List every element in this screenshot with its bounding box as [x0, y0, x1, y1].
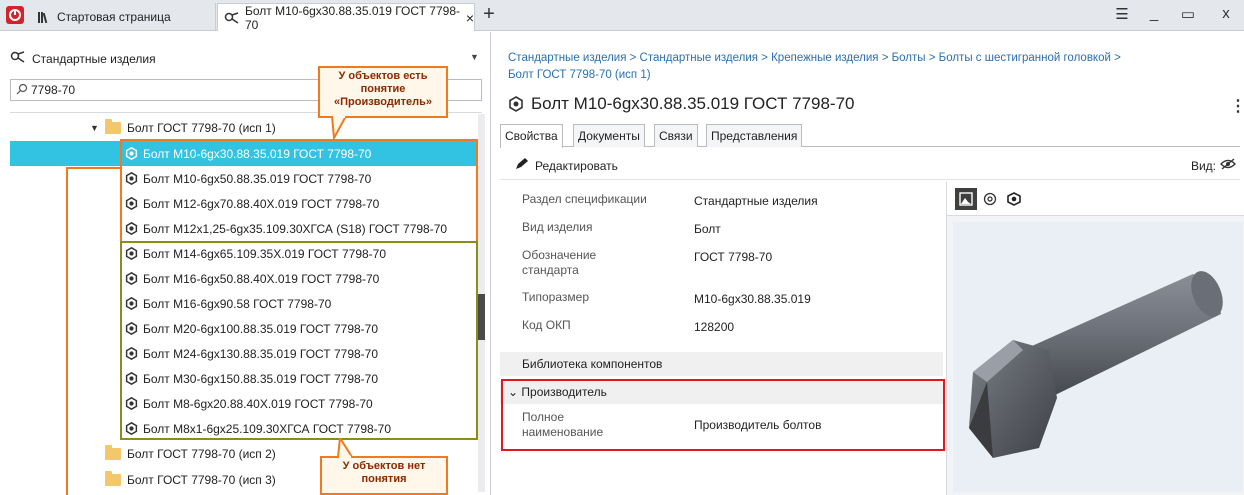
callout-line: У объектов есть	[338, 70, 428, 82]
preview-tabs	[947, 182, 1244, 216]
property-key: Обозначение стандарта	[522, 248, 597, 277]
property-value: 128200	[694, 320, 735, 334]
app-logo-icon[interactable]	[6, 6, 24, 24]
image-view-icon[interactable]	[955, 188, 977, 210]
properties-toolbar: Редактировать Вид:	[500, 150, 1240, 180]
properties-tabs: Свойства Документы Связи Представления	[500, 124, 1240, 148]
breadcrumb-line[interactable]: Стандартные изделия > Стандартные издели…	[508, 50, 1238, 67]
tab-close-icon[interactable]: ×	[466, 10, 474, 26]
standard-parts-icon	[10, 50, 26, 67]
annotation-box-with-manufacturer	[120, 139, 478, 243]
page-title: Болт М10-6gx30.88.35.019 ГОСТ 7798-70	[508, 94, 854, 114]
folder-icon	[105, 118, 121, 134]
annotation-connector	[66, 167, 68, 495]
preview-pane	[946, 182, 1244, 495]
close-window-button[interactable]: x	[1214, 5, 1238, 25]
property-key: Типоразмер	[522, 290, 589, 304]
library-icon	[36, 9, 52, 25]
property-key: Вид изделия	[522, 220, 593, 234]
chevron-down-icon[interactable]: ▼	[470, 52, 479, 62]
tab-properties[interactable]: Свойства	[500, 124, 563, 148]
tab-representations[interactable]: Представления	[706, 124, 803, 147]
callout-line: «Производитель»	[333, 96, 432, 108]
property-value: ГОСТ 7798-70	[694, 250, 773, 264]
callout-has-manufacturer: У объектов есть понятие «Производитель»	[318, 66, 448, 118]
annotation-box-manufacturer-section	[501, 379, 945, 451]
part-icon	[508, 96, 524, 112]
callout-pointer	[336, 438, 354, 458]
breadcrumb-line[interactable]: Болт ГОСТ 7798-70 (исп 1)	[508, 67, 1238, 84]
catalog-selector[interactable]: Стандартные изделия	[10, 50, 156, 67]
property-key: Раздел спецификации	[522, 192, 647, 206]
model-view-icon[interactable]	[979, 188, 1001, 210]
view-toggle[interactable]: Вид:	[1191, 158, 1236, 173]
more-options-icon[interactable]: ⋮	[1230, 96, 1244, 116]
tab-start-label: Стартовая страница	[57, 10, 171, 24]
property-key: Код ОКП	[522, 318, 571, 332]
folder-icon	[105, 444, 121, 460]
title-bar: Стартовая страница Болт М10-6gx30.88.35.…	[0, 0, 1244, 32]
tab-documents[interactable]: Документы	[573, 124, 645, 147]
search-icon	[16, 83, 28, 98]
tab-start-page[interactable]: Стартовая страница	[30, 3, 216, 31]
new-tab-button[interactable]: +	[478, 4, 500, 26]
property-value: Болт	[694, 222, 721, 236]
minimize-button[interactable]: _	[1142, 5, 1166, 25]
menu-icon[interactable]: ☰	[1110, 5, 1134, 25]
breadcrumb[interactable]: Стандартные изделия > Стандартные издели…	[508, 50, 1238, 84]
object-title-text: Болт М10-6gx30.88.35.019 ГОСТ 7798-70	[531, 94, 855, 113]
folder-icon	[105, 470, 121, 486]
callout-line: понятие	[360, 83, 406, 95]
section-component-library: Библиотека компонентов	[500, 352, 943, 376]
edit-label: Редактировать	[535, 158, 618, 173]
catalog-title: Стандартные изделия	[32, 51, 156, 66]
chevron-down-icon[interactable]: ▼	[90, 123, 102, 133]
tree-group-label: Болт ГОСТ 7798-70 (исп 1)	[127, 120, 276, 135]
maximize-button[interactable]: ▭	[1176, 5, 1200, 25]
3d-view-icon[interactable]	[1003, 188, 1025, 210]
annotation-connector	[66, 167, 121, 169]
tree-group-label: Болт ГОСТ 7798-70 (исп 2)	[127, 446, 276, 461]
pencil-icon	[514, 157, 530, 174]
tab-bolt-object[interactable]: Болт М10-6gx30.88.35.019 ГОСТ 7798-70 ×	[217, 3, 475, 32]
search-value: 7798-70	[31, 83, 76, 97]
eye-hidden-icon[interactable]	[1220, 158, 1236, 173]
callout-pointer	[330, 116, 348, 140]
standard-parts-icon	[224, 10, 240, 26]
callout-no-manufacturer: У объектов нет понятия	[320, 456, 448, 495]
tab-links[interactable]: Связи	[654, 124, 698, 147]
property-value: Стандартные изделия	[694, 194, 818, 208]
tree-group-isp1[interactable]: ▼ Болт ГОСТ 7798-70 (исп 1)	[10, 115, 482, 140]
tab-bolt-label: Болт М10-6gx30.88.35.019 ГОСТ 7798-70	[245, 3, 460, 32]
bolt-preview-image	[953, 222, 1243, 492]
callout-line: понятия	[361, 473, 407, 485]
tree-scrollbar-thumb[interactable]	[478, 294, 485, 340]
tree-group-label: Болт ГОСТ 7798-70 (исп 3)	[127, 472, 276, 487]
callout-line: У объектов нет	[342, 460, 426, 472]
annotation-box-without-manufacturer	[120, 241, 478, 440]
edit-button[interactable]: Редактировать	[514, 157, 618, 174]
view-label: Вид:	[1190, 158, 1216, 173]
property-value: М10-6gx30.88.35.019	[694, 292, 811, 306]
